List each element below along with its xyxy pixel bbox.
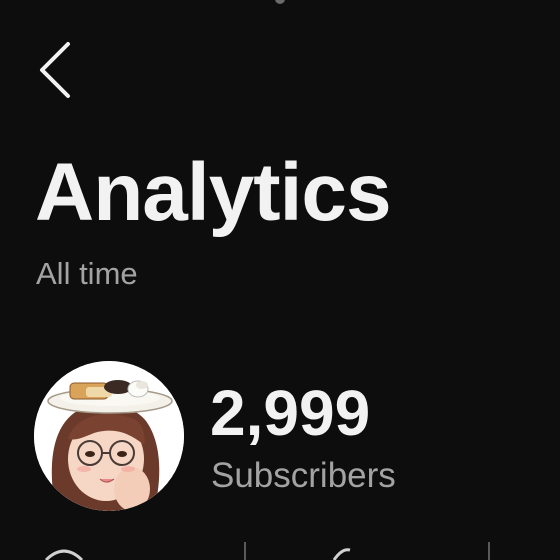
stats-row — [0, 538, 560, 560]
stats-divider — [488, 542, 490, 560]
time-range-label: All time — [36, 256, 138, 291]
likes-icon — [332, 548, 351, 560]
status-indicator — [275, 0, 285, 4]
channel-avatar[interactable] — [34, 361, 184, 511]
avatar-illustration — [34, 361, 184, 511]
views-icon — [44, 549, 84, 560]
subscriber-count: 2,999 — [210, 377, 371, 449]
stats-divider — [244, 542, 246, 560]
page-title: Analytics — [35, 147, 392, 238]
chevron-left-icon — [40, 42, 70, 98]
analytics-screen: Analytics All time 2,999 Subscribers — [0, 0, 560, 560]
subscriber-label: Subscribers — [211, 456, 396, 495]
back-button[interactable] — [30, 38, 86, 102]
